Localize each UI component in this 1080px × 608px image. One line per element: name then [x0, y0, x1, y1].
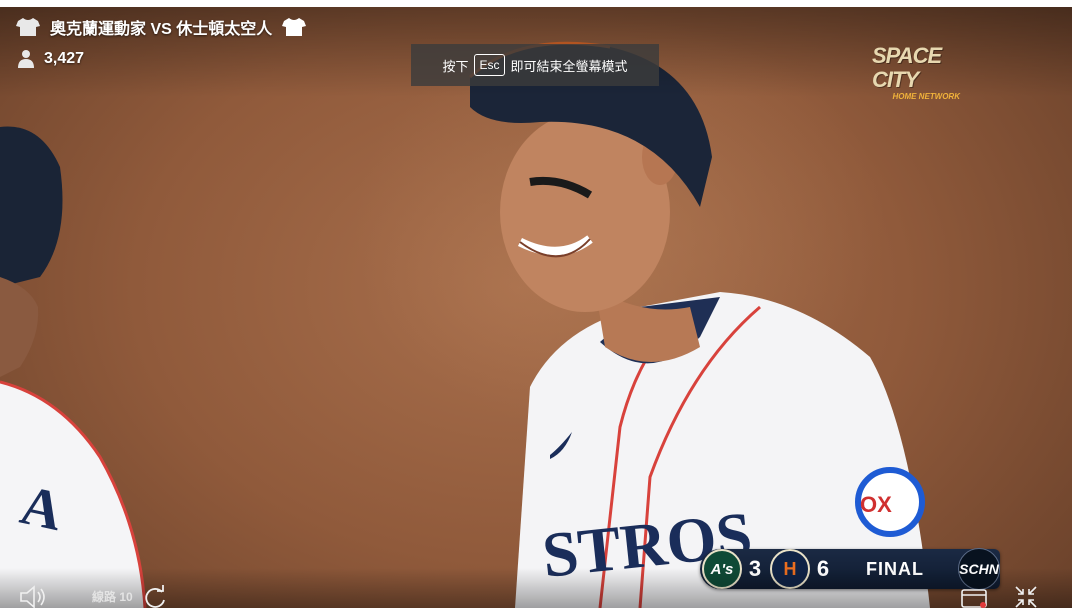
match-title-row: 奧克蘭運動家 VS 休士頓太空人 — [16, 15, 307, 39]
exit-fullscreen-icon[interactable] — [1012, 583, 1040, 608]
page-edge — [1072, 0, 1080, 608]
match-title: 奧克蘭運動家 VS 休士頓太空人 — [50, 21, 273, 38]
viewer-count: 3,427 — [44, 50, 85, 67]
esc-key: Esc — [474, 54, 505, 76]
network-logo-line1: SPACE CITY — [872, 43, 942, 92]
line-selector[interactable]: 線路 10 — [92, 588, 133, 605]
speaker-icon[interactable] — [18, 584, 48, 608]
fullscreen-exit-toast: 按下 Esc 即可結束全螢幕模式 — [411, 44, 659, 86]
jersey-icon — [16, 18, 40, 36]
video-player[interactable]: A OX STROS 奧克蘭運動家 VS 休士頓太空人 3,427 按下 Esc… — [0, 7, 1072, 608]
cast-icon[interactable] — [960, 587, 990, 608]
network-logo-line2: HOME NETWORK — [892, 92, 960, 101]
refresh-icon[interactable] — [142, 585, 168, 608]
left-player-silhouette: A — [0, 126, 147, 608]
svg-text:OX: OX — [860, 492, 892, 517]
player-controls: 線路 10 — [0, 568, 1072, 608]
person-icon — [18, 50, 34, 68]
toast-suffix: 即可結束全螢幕模式 — [510, 58, 628, 74]
main-player-silhouette: OX STROS — [468, 41, 930, 608]
jersey-icon — [282, 18, 307, 36]
network-logo: SPACE CITY HOME NETWORK — [872, 44, 968, 102]
toast-prefix: 按下 — [442, 58, 469, 74]
viewer-count-row: 3,427 — [16, 48, 84, 70]
